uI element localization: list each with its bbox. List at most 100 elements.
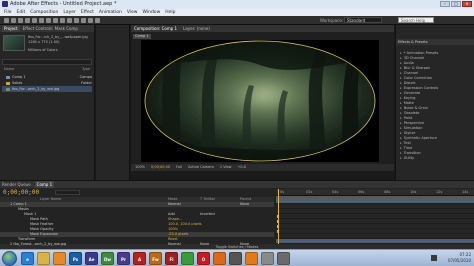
tab-composition[interactable]: Composition: Comp 1 [134, 25, 177, 32]
chrome-taskbar-icon[interactable] [181, 252, 194, 265]
puppet-tool-icon[interactable] [95, 18, 100, 23]
menu-effect[interactable]: Effect [81, 9, 94, 16]
ruler-tick: 06s [358, 190, 365, 194]
tab-layer[interactable]: Layer: (none) [183, 25, 210, 32]
project-search-input[interactable] [2, 59, 92, 65]
clock-date[interactable]: 07/05/2010 [431, 258, 471, 264]
firefox-taskbar-icon[interactable] [213, 252, 226, 265]
ruler-tick: 12s [436, 190, 443, 194]
timeline-current-time[interactable]: 0;00;00;00 [3, 189, 39, 196]
tab-effect-controls[interactable]: Effect Controls: Mask Comp [23, 25, 78, 32]
effect-category-label: Time [403, 146, 413, 150]
hand-tool-icon[interactable] [11, 18, 16, 23]
camera-taskbar-icon[interactable] [229, 252, 242, 265]
expand-triangle-icon: ▸ [400, 141, 402, 145]
expand-triangle-icon: ▸ [400, 151, 402, 155]
pan-behind-tool-icon[interactable] [39, 18, 44, 23]
menu-layer[interactable]: Layer [63, 9, 76, 16]
clone-tool-icon[interactable] [74, 18, 79, 23]
folder-taskbar-icon[interactable] [37, 252, 50, 265]
ae-taskbar-label: Ae [88, 257, 95, 262]
brush-tool-icon[interactable] [67, 18, 72, 23]
fw-taskbar-label: Fw [152, 257, 159, 262]
menu-edit[interactable]: Edit [17, 9, 26, 16]
image-file-icon [6, 87, 10, 91]
effect-category-label: Text [403, 141, 411, 145]
search-help-input[interactable]: Search Help [398, 17, 434, 23]
expand-triangle-icon: ▸ [400, 76, 402, 80]
menu-animation[interactable]: Animation [99, 9, 122, 16]
column-type[interactable]: Type [82, 67, 90, 73]
tab-project[interactable]: Project [2, 25, 20, 32]
file-name: fbo_For...rch_2_by_...wallpaper.jpg [28, 35, 88, 39]
menu-file[interactable]: File [4, 9, 12, 16]
menu-composition[interactable]: Composition [30, 9, 58, 16]
selection-tool-icon[interactable] [4, 18, 9, 23]
time-ruler[interactable]: 0s 02s 04s 06s 08s 10s 12s 14s [276, 189, 474, 196]
menu-help[interactable]: Help [165, 9, 175, 16]
app17-taskbar-icon[interactable] [277, 252, 290, 265]
expand-triangle-icon: ▸ [400, 121, 402, 125]
expand-triangle-icon: ▸ [400, 66, 402, 70]
effect-category-label: Stylize [403, 131, 416, 135]
layer-row[interactable]: 2 fbo_Forest...arch_2_by_ww.jpg Normal Non… [0, 242, 274, 247]
opera-taskbar-label: O [201, 257, 206, 262]
layer-row-mode[interactable]: Normal [168, 242, 181, 247]
comp-footer-control[interactable]: 0;00;00;00 [151, 164, 170, 171]
menu-window[interactable]: Window [143, 9, 161, 16]
maximize-button[interactable]: □ [451, 1, 461, 7]
ie-taskbar-icon[interactable]: e [21, 252, 34, 265]
composition-viewer[interactable] [141, 40, 379, 162]
effects-presets-panel: Effects & Presets ▸ * Animation Presets ▸ 3… [395, 25, 474, 180]
mask-tool-icon[interactable] [46, 18, 51, 23]
project-item-name: Comp 1 [12, 75, 26, 79]
ruler-tick: 04s [332, 190, 339, 194]
pr-taskbar-icon[interactable]: Pr [117, 252, 130, 265]
close-button[interactable]: × [462, 1, 472, 7]
comp-footer-control[interactable]: Full [176, 164, 182, 171]
workspace-label: Workspace: [320, 18, 344, 23]
ae-taskbar-icon[interactable]: Ae [85, 252, 98, 265]
comp-footer-control[interactable]: 1 View [220, 164, 232, 171]
tab-comp-1-timeline[interactable]: Comp 1 [34, 181, 55, 188]
timeline-search-input[interactable] [55, 190, 80, 195]
fl-taskbar-icon[interactable]: Fl [165, 252, 178, 265]
acrobat-taskbar-icon[interactable]: A [133, 252, 146, 265]
layer-row-trkmat[interactable]: None [200, 242, 209, 247]
column-name[interactable]: Name [4, 67, 14, 73]
action-center-icon[interactable] [431, 255, 437, 261]
minimize-button[interactable]: – [440, 1, 450, 7]
fw-taskbar-icon[interactable]: Fw [149, 252, 162, 265]
vlc-taskbar-icon[interactable] [245, 252, 258, 265]
app16-taskbar-icon[interactable] [261, 252, 274, 265]
expand-triangle-icon: ▸ [400, 111, 402, 115]
eraser-tool-icon[interactable] [81, 18, 86, 23]
comp-label[interactable]: Comp 1 [133, 34, 151, 39]
zoom-tool-icon[interactable] [18, 18, 23, 23]
ps-taskbar-icon[interactable]: Ps [69, 252, 82, 265]
menu-view[interactable]: View [127, 9, 138, 16]
current-time-indicator[interactable] [278, 189, 279, 245]
effect-category-label: Distort [403, 81, 416, 85]
start-button[interactable] [2, 251, 17, 266]
effect-category-label: Blur & Sharpen [403, 66, 431, 70]
camera-tool-icon[interactable] [32, 18, 37, 23]
windows-taskbar: 07:22 07/05/2010 e Ps Ae Dw Pr A Fw Fl O [0, 249, 474, 266]
pen-tool-icon[interactable] [53, 18, 58, 23]
comp-footer-control[interactable]: 100% [135, 164, 145, 171]
tab-render-queue[interactable]: Render Queue [2, 181, 31, 188]
workspace-select[interactable]: Standard [344, 17, 382, 23]
media-taskbar-icon[interactable] [53, 252, 66, 265]
roto-brush-tool-icon[interactable] [88, 18, 93, 23]
composition-footer: 100% 0;00;00;00 Full Active Camera 1 View +0.… [131, 164, 394, 171]
project-item[interactable]: fbo_For...arch_2_by_ww.jpg [2, 86, 92, 92]
comp-footer-control[interactable]: +0.0 [238, 164, 247, 171]
text-tool-icon[interactable] [60, 18, 65, 23]
opera-taskbar-icon[interactable]: O [197, 252, 210, 265]
dw-taskbar-icon[interactable]: Dw [101, 252, 114, 265]
expand-triangle-icon: ▸ [400, 156, 402, 160]
rotate-tool-icon[interactable] [25, 18, 30, 23]
comp-footer-control[interactable]: Active Camera [188, 164, 214, 171]
effect-category[interactable]: ▸ Utility [396, 156, 474, 161]
layer-row-parent[interactable]: None [240, 242, 249, 247]
